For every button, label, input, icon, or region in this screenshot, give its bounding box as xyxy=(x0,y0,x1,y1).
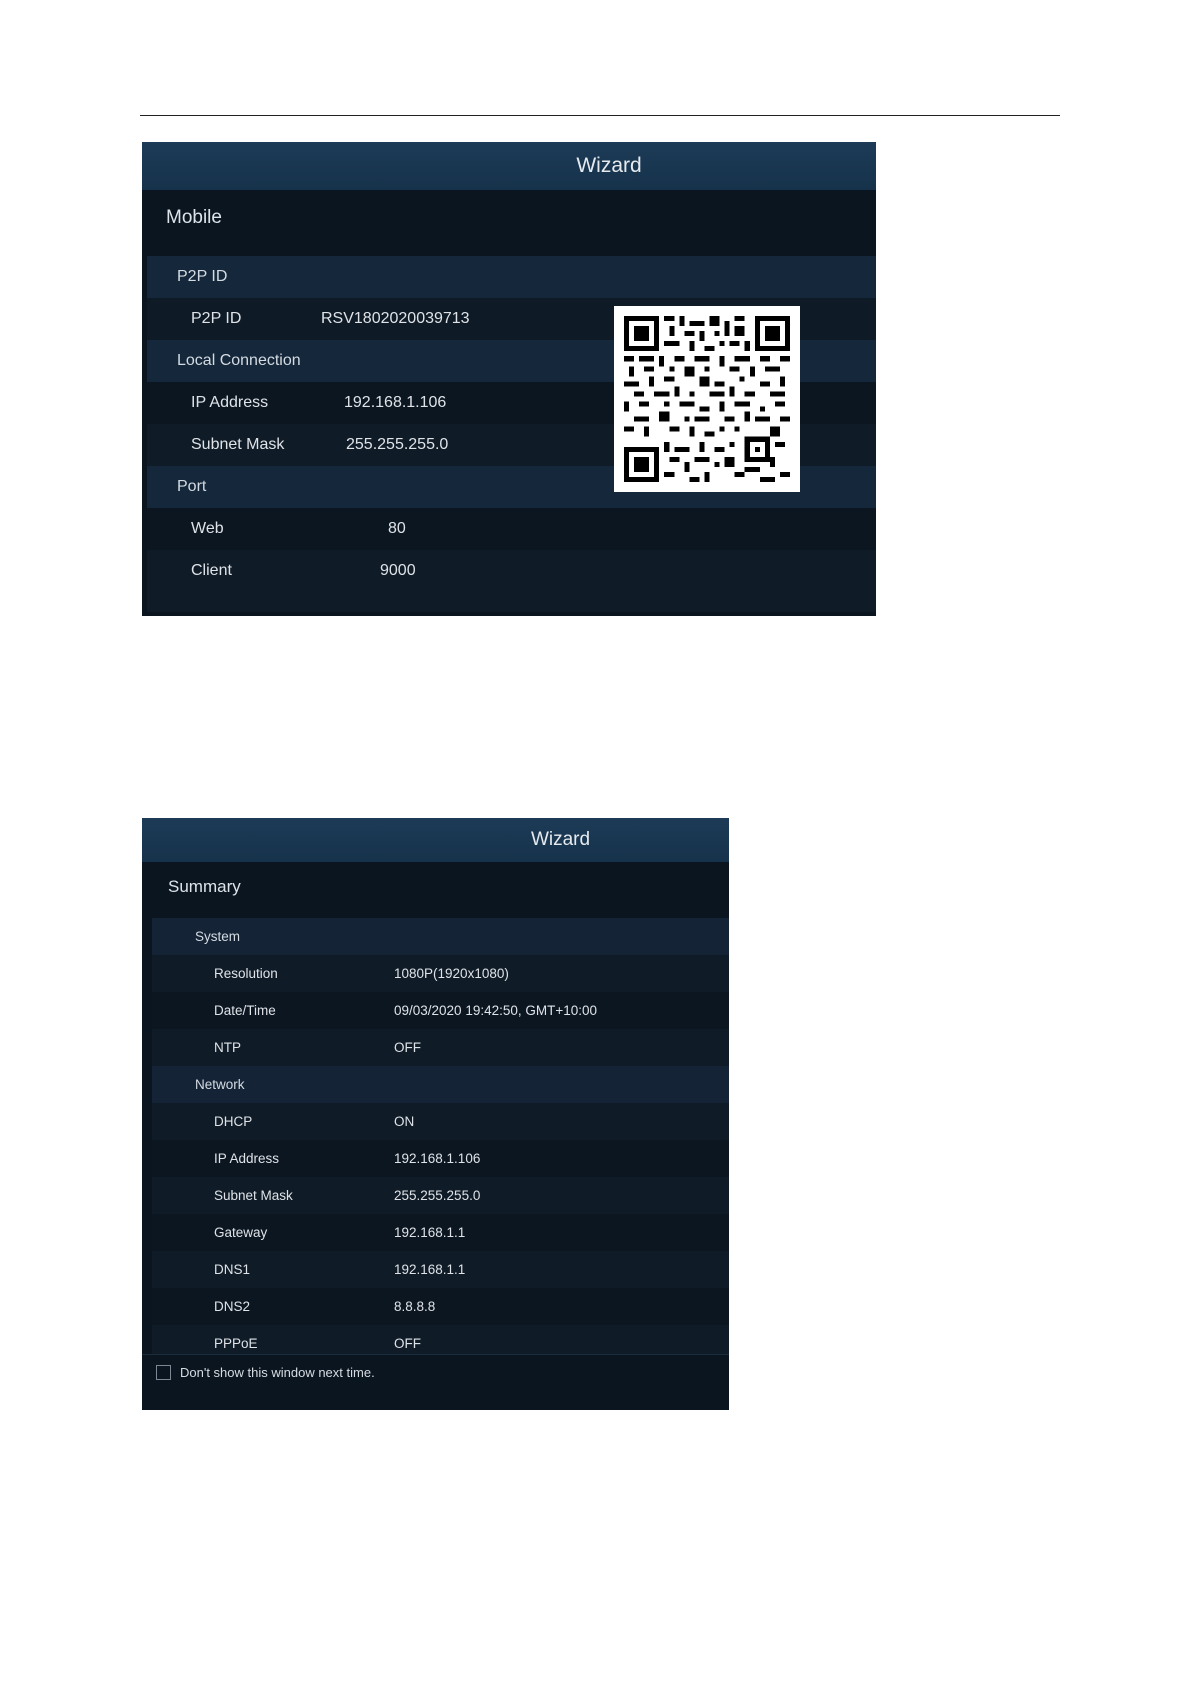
row-label: Client xyxy=(191,562,232,579)
row-label: Web xyxy=(191,520,224,537)
summary-list[interactable]: System Resolution 1080P(1920x1080) Date/T… xyxy=(152,918,729,1362)
row-gateway: Gateway 192.168.1.1 xyxy=(152,1214,729,1251)
row-label: DHCP xyxy=(214,1114,253,1129)
wizard-summary-panel: Wizard Summary System Resolution 1080P(19… xyxy=(142,818,729,1410)
date-time-value: 09/03/2020 19:42:50, GMT+10:00 xyxy=(394,1003,598,1018)
row-label: IP Address xyxy=(191,394,269,411)
group-label: System xyxy=(195,929,241,944)
row-label: Subnet Mask xyxy=(214,1188,293,1203)
row-label: PPPoE xyxy=(214,1336,258,1351)
row-label: Date/Time xyxy=(214,1003,276,1018)
dont-show-label[interactable]: Don't show this window next time. xyxy=(180,1365,375,1380)
wizard-titlebar: Wizard xyxy=(142,142,876,190)
row-ntp: NTP OFF xyxy=(152,1029,729,1066)
row-dhcp: DHCP ON xyxy=(152,1103,729,1140)
row-label: P2P ID xyxy=(191,310,242,327)
dhcp-value: ON xyxy=(394,1114,415,1129)
group-label: Network xyxy=(195,1077,245,1092)
row-dns2: DNS2 8.8.8.8 xyxy=(152,1288,729,1325)
group-label: P2P ID xyxy=(177,268,228,285)
wizard-title: Wizard xyxy=(576,154,642,177)
group-network: Network xyxy=(152,1066,729,1103)
list-tail xyxy=(147,592,876,612)
ip-address-value: 192.168.1.106 xyxy=(344,394,447,411)
ntp-value: OFF xyxy=(394,1040,421,1055)
wizard-titlebar: Wizard xyxy=(142,818,729,862)
row-web: Web 80 xyxy=(147,508,876,550)
p2p-id-value: RSV1802020039713 xyxy=(321,310,470,327)
gateway-value: 192.168.1.1 xyxy=(394,1225,466,1240)
web-port-value: 80 xyxy=(388,520,406,537)
group-label: Local Connection xyxy=(177,352,301,369)
dns2-value: 8.8.8.8 xyxy=(394,1299,436,1314)
group-p2p-id: P2P ID xyxy=(147,256,876,298)
dns1-value: 192.168.1.1 xyxy=(394,1262,466,1277)
row-subnet-mask: Subnet Mask 255.255.255.0 xyxy=(152,1177,729,1214)
row-label: Resolution xyxy=(214,966,278,981)
row-label: Gateway xyxy=(214,1225,268,1240)
row-label: DNS2 xyxy=(214,1299,251,1314)
row-client: Client 9000 xyxy=(147,550,876,592)
group-label: Port xyxy=(177,478,207,495)
row-dns1: DNS1 192.168.1.1 xyxy=(152,1251,729,1288)
qr-code-icon xyxy=(614,306,800,492)
row-label: DNS1 xyxy=(214,1262,251,1277)
section-title-summary: Summary xyxy=(168,877,241,896)
page-divider xyxy=(140,115,1060,116)
row-ip-address: IP Address 192.168.1.106 xyxy=(152,1140,729,1177)
section-title-mobile: Mobile xyxy=(166,207,222,228)
row-label: IP Address xyxy=(214,1151,280,1166)
subnet-mask-value: 255.255.255.0 xyxy=(394,1188,481,1203)
row-resolution: Resolution 1080P(1920x1080) xyxy=(152,955,729,992)
ip-address-value: 192.168.1.106 xyxy=(394,1151,481,1166)
row-label: Subnet Mask xyxy=(191,436,285,453)
subnet-mask-value: 255.255.255.0 xyxy=(346,436,449,453)
group-system: System xyxy=(152,918,729,955)
wizard-footer: Don't show this window next time. xyxy=(142,1354,729,1410)
row-date-time: Date/Time 09/03/2020 19:42:50, GMT+10:00 xyxy=(152,992,729,1029)
resolution-value: 1080P(1920x1080) xyxy=(394,966,509,981)
pppoe-value: OFF xyxy=(394,1336,421,1351)
row-label: NTP xyxy=(214,1040,241,1055)
wizard-title: Wizard xyxy=(530,829,591,850)
client-port-value: 9000 xyxy=(380,562,416,579)
dont-show-checkbox[interactable] xyxy=(156,1365,171,1380)
